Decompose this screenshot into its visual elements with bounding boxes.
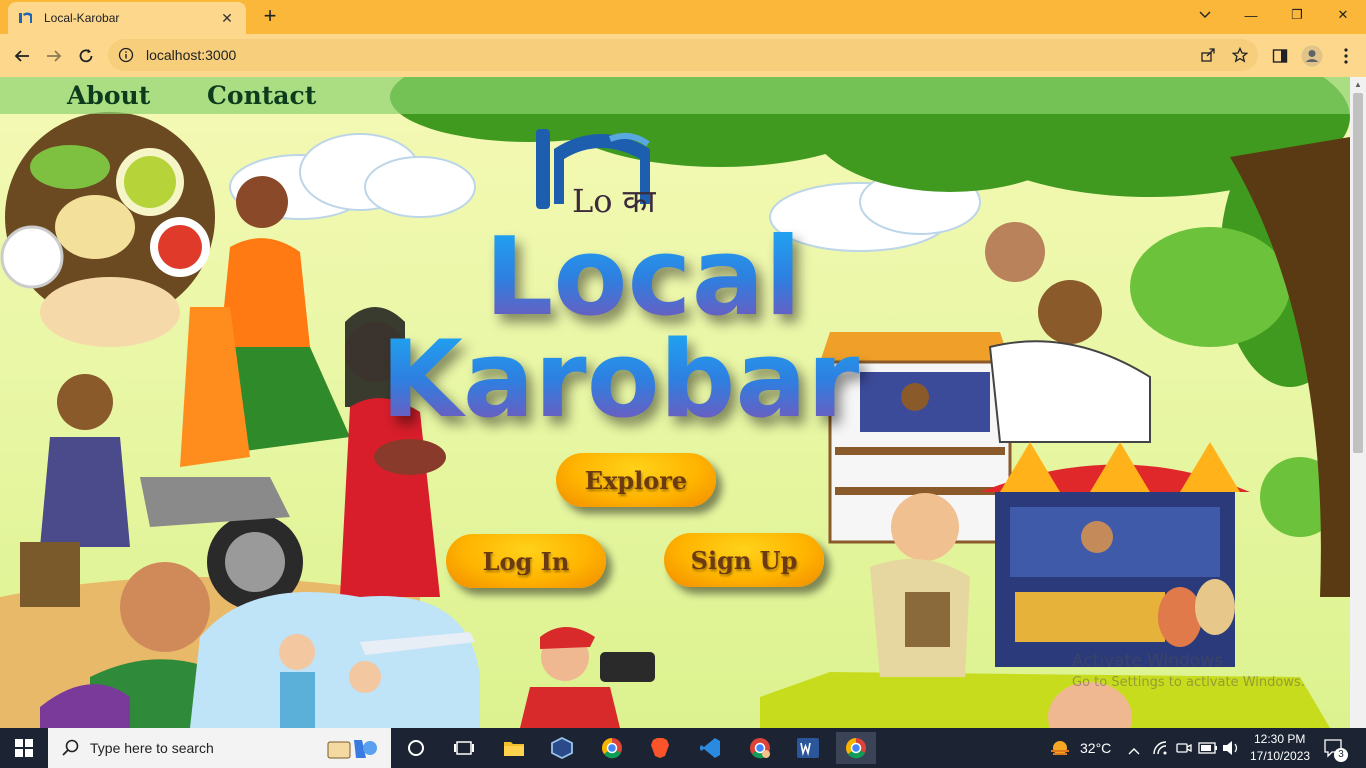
site-logo: Lo का	[530, 119, 670, 229]
chevron-up-icon[interactable]	[1128, 742, 1140, 760]
task-view-icon[interactable]	[444, 732, 484, 764]
restore-button[interactable]: ❐	[1274, 0, 1320, 30]
browser-tab-strip: Local-Karobar ✕ + — ❐ ✕	[0, 0, 1366, 34]
chrome-profile-icon[interactable]	[740, 732, 780, 764]
activation-watermark: Activate Windows Go to Settings to activ…	[1072, 651, 1305, 690]
share-icon[interactable]	[1196, 39, 1220, 71]
tab-title: Local-Karobar	[44, 11, 120, 25]
hero-title-line1: Local	[406, 224, 880, 332]
address-bar[interactable]: localhost:3000	[108, 39, 1258, 71]
nav-about-link[interactable]: About	[67, 81, 150, 110]
forward-arrow-icon[interactable]	[40, 42, 68, 70]
minimize-button[interactable]: —	[1228, 0, 1274, 30]
cortana-icon[interactable]	[396, 732, 436, 764]
search-placeholder: Type here to search	[90, 740, 214, 756]
weather-temperature[interactable]: 32°C	[1080, 740, 1111, 756]
bookmark-star-icon[interactable]	[1228, 39, 1252, 71]
brave-browser-icon[interactable]	[640, 732, 680, 764]
windows-start-icon[interactable]	[4, 732, 44, 764]
battery-icon[interactable]	[1198, 741, 1218, 759]
search-highlight-icon	[326, 734, 382, 767]
chrome-icon[interactable]	[592, 732, 632, 764]
search-icon	[62, 739, 79, 756]
windows-taskbar: Type here to search 32°C 12:30 PM 17/10/…	[0, 728, 1366, 768]
landing-page: About Contact Lo का Local Karobar Explor…	[0, 77, 1350, 728]
back-arrow-icon[interactable]	[8, 42, 36, 70]
browser-toolbar: localhost:3000	[0, 34, 1366, 77]
nav-contact-link[interactable]: Contact	[207, 81, 316, 110]
taskbar-search-box[interactable]: Type here to search	[48, 728, 391, 768]
site-favicon-icon	[18, 10, 34, 26]
watermark-subtitle: Go to Settings to activate Windows.	[1072, 675, 1305, 690]
menu-kebab-icon[interactable]	[1332, 42, 1360, 70]
word-icon[interactable]	[788, 732, 828, 764]
tab-search-icon[interactable]	[1182, 0, 1228, 30]
meet-now-icon[interactable]	[1176, 740, 1192, 761]
explore-button[interactable]: Explore	[556, 453, 716, 507]
login-button[interactable]: Log In	[446, 534, 606, 588]
hero-title: Local Karobar	[381, 224, 880, 432]
side-panel-icon[interactable]	[1266, 42, 1294, 70]
vscode-icon[interactable]	[690, 732, 730, 764]
url-text: localhost:3000	[146, 47, 237, 63]
volume-icon[interactable]	[1222, 740, 1240, 761]
new-tab-button[interactable]: +	[258, 4, 282, 28]
chrome-active-icon[interactable]	[836, 732, 876, 764]
profile-avatar-icon[interactable]	[1298, 42, 1326, 70]
top-navigation: About Contact	[0, 77, 1350, 114]
weather-sun-icon[interactable]	[1048, 738, 1072, 763]
virtualbox-icon[interactable]	[542, 732, 582, 764]
network-icon[interactable]	[1152, 740, 1168, 761]
scroll-up-arrow-icon[interactable]: ▲	[1353, 80, 1363, 90]
clock-date[interactable]: 17/10/2023	[1250, 749, 1310, 763]
hero-title-line2: Karobar	[360, 326, 880, 432]
clock-time[interactable]: 12:30 PM	[1254, 732, 1305, 746]
browser-tab[interactable]: Local-Karobar ✕	[8, 2, 246, 34]
site-info-icon[interactable]	[118, 47, 134, 63]
scrollbar-thumb[interactable]	[1353, 93, 1363, 453]
close-window-button[interactable]: ✕	[1320, 0, 1366, 30]
file-explorer-icon[interactable]	[494, 732, 534, 764]
page-scrollbar[interactable]: ▲	[1350, 77, 1366, 728]
tab-close-icon[interactable]: ✕	[218, 10, 236, 27]
reload-icon[interactable]	[72, 42, 100, 70]
notification-count-badge: 3	[1334, 748, 1348, 762]
signup-button[interactable]: Sign Up	[664, 533, 824, 587]
watermark-title: Activate Windows	[1072, 651, 1223, 671]
